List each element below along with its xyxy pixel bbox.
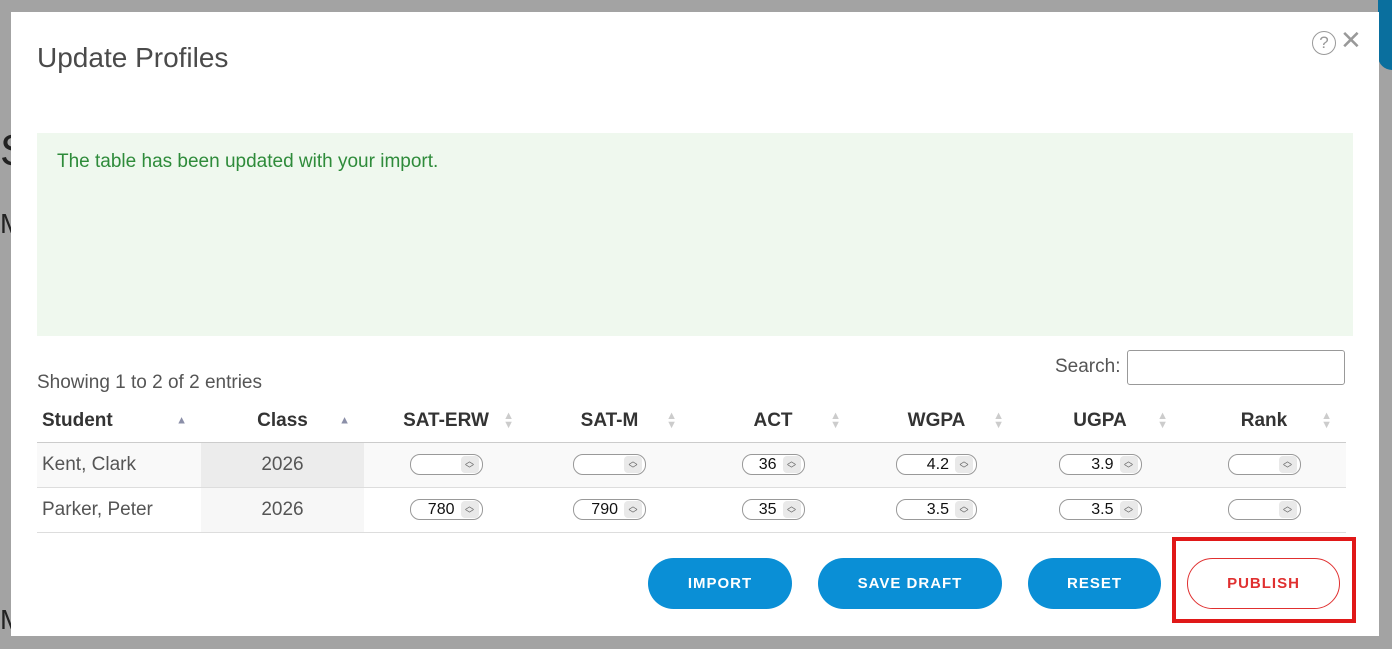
student-name: Parker, Peter (37, 487, 201, 533)
column-header-act[interactable]: ACT ▲ ▼ (691, 400, 855, 443)
modal-title: Update Profiles (37, 42, 229, 73)
input-value: 780 (427, 500, 455, 518)
sort-both-icon: ▲ ▼ (1157, 410, 1168, 431)
save-draft-button[interactable]: SAVE DRAFT (818, 558, 1002, 609)
spinner-icon[interactable]: ︿ ﹀ (955, 501, 973, 519)
input-value: 3.5 (1091, 500, 1114, 518)
act-input[interactable]: 35 ︿ ﹀ (741, 499, 805, 521)
sort-both-icon: ▲ ▼ (666, 410, 677, 431)
alert-message: The table has been updated with your imp… (57, 151, 439, 172)
column-header-label: ACT (753, 410, 793, 431)
wgpa-input[interactable]: 4.2 ︿ ﹀ (896, 454, 977, 476)
wgpa-cell: 4.2 ︿ ﹀ (855, 442, 1018, 488)
sort-both-icon: ▲ ▼ (830, 410, 841, 431)
class-year: 2026 (201, 442, 364, 488)
spinner-icon[interactable]: ︿ ﹀ (1119, 456, 1138, 474)
column-header-label: UGPA (1073, 410, 1127, 431)
ugpa-input[interactable]: 3.9 ︿ ﹀ (1058, 454, 1142, 476)
close-icon[interactable]: ✕ (1340, 27, 1362, 53)
column-header-rank[interactable]: Rank ▲ ▼ (1182, 400, 1346, 443)
rank-input[interactable]: ︿ ﹀ (1227, 499, 1301, 521)
import-button[interactable]: IMPORT (648, 558, 792, 609)
ugpa-cell: 3.9 ︿ ﹀ (1018, 442, 1182, 488)
table-header-row: Student ▲ Class ▲ SAT-ERW ▲ ▼ SAT-M ▲ ▼ ACT ▲ ▼ … (37, 400, 1346, 443)
sat-erw-cell: ︿ ﹀ (364, 442, 528, 488)
column-header-label: SAT-M (580, 410, 639, 431)
input-value: 3.9 (1091, 455, 1114, 473)
profiles-table: Student ▲ Class ▲ SAT-ERW ▲ ▼ SAT-M ▲ ▼ ACT ▲ ▼ … (37, 400, 1346, 533)
input-value: 790 (591, 500, 618, 518)
spinner-icon[interactable]: ︿ ﹀ (1278, 456, 1297, 474)
sat-erw-input[interactable]: 780 ︿ ﹀ (409, 499, 483, 521)
spinner-icon[interactable]: ︿ ﹀ (624, 501, 642, 519)
input-value: 35 (758, 500, 777, 518)
column-header-label: Rank (1240, 410, 1288, 431)
reset-button[interactable]: RESET (1028, 558, 1161, 609)
search-label: Search: (1055, 356, 1121, 377)
column-header-label: Student (42, 410, 113, 431)
sat-erw-cell: 780 ︿ ﹀ (364, 487, 528, 533)
column-header-wgpa[interactable]: WGPA ▲ ▼ (855, 400, 1018, 443)
sort-both-icon: ▲ ▼ (1321, 410, 1332, 431)
publish-button[interactable]: PUBLISH (1187, 558, 1340, 609)
rank-cell: ︿ ﹀ (1182, 487, 1346, 533)
success-alert: The table has been updated with your imp… (37, 133, 1353, 336)
sort-both-icon: ▲ ▼ (993, 410, 1004, 431)
spinner-icon[interactable]: ︿ ﹀ (1119, 501, 1138, 519)
input-value: 36 (758, 455, 777, 473)
entries-info: Showing 1 to 2 of 2 entries (37, 372, 262, 393)
spinner-icon[interactable]: ︿ ﹀ (460, 456, 479, 474)
sat-m-cell: ︿ ﹀ (528, 442, 691, 488)
spinner-icon[interactable]: ︿ ﹀ (1278, 501, 1297, 519)
spinner-icon[interactable]: ︿ ﹀ (624, 456, 642, 474)
column-header-sat-erw[interactable]: SAT-ERW ▲ ▼ (364, 400, 528, 443)
wgpa-cell: 3.5 ︿ ﹀ (855, 487, 1018, 533)
column-header-label: SAT-ERW (403, 410, 489, 431)
column-header-student[interactable]: Student ▲ (37, 400, 201, 443)
column-header-label: WGPA (907, 410, 966, 431)
input-value: 3.5 (926, 500, 949, 518)
column-header-ugpa[interactable]: UGPA ▲ ▼ (1018, 400, 1182, 443)
column-header-class[interactable]: Class ▲ (201, 400, 364, 443)
ugpa-cell: 3.5 ︿ ﹀ (1018, 487, 1182, 533)
sat-m-input[interactable]: 790 ︿ ﹀ (573, 499, 646, 521)
spinner-icon[interactable]: ︿ ﹀ (460, 501, 479, 519)
class-year: 2026 (201, 487, 364, 533)
spinner-icon[interactable]: ︿ ﹀ (955, 456, 973, 474)
rank-input[interactable]: ︿ ﹀ (1227, 454, 1301, 476)
table-row: Parker, Peter 2026 780 ︿ ﹀ 790 ︿ ﹀ 35 ︿ ﹀ 3.5 ︿… (37, 487, 1346, 533)
spinner-icon[interactable]: ︿ ﹀ (782, 456, 801, 474)
sat-m-cell: 790 ︿ ﹀ (528, 487, 691, 533)
column-header-label: Class (257, 410, 308, 431)
input-value: 4.2 (926, 455, 949, 473)
help-icon[interactable]: ? (1312, 31, 1336, 55)
search-input[interactable] (1127, 350, 1345, 385)
act-input[interactable]: 36 ︿ ﹀ (741, 454, 805, 476)
sort-asc-icon: ▲ (176, 414, 187, 427)
rank-cell: ︿ ﹀ (1182, 442, 1346, 488)
sort-asc-icon: ▲ (339, 414, 350, 427)
sort-both-icon: ▲ ▼ (503, 410, 514, 431)
column-header-sat-m[interactable]: SAT-M ▲ ▼ (528, 400, 691, 443)
wgpa-input[interactable]: 3.5 ︿ ﹀ (896, 499, 977, 521)
student-name: Kent, Clark (37, 442, 201, 488)
table-row: Kent, Clark 2026 ︿ ﹀ ︿ ﹀ 36 ︿ ﹀ 4.2 ︿ ﹀ 3.9 ︿ ﹀ … (37, 442, 1346, 488)
spinner-icon[interactable]: ︿ ﹀ (782, 501, 801, 519)
background-blue-element (1378, 0, 1392, 70)
act-cell: 35 ︿ ﹀ (691, 487, 855, 533)
act-cell: 36 ︿ ﹀ (691, 442, 855, 488)
ugpa-input[interactable]: 3.5 ︿ ﹀ (1058, 499, 1142, 521)
update-profiles-modal: Update Profiles ? ✕ The table has been u… (11, 12, 1379, 636)
sat-m-input[interactable]: ︿ ﹀ (573, 454, 646, 476)
sat-erw-input[interactable]: ︿ ﹀ (409, 454, 483, 476)
